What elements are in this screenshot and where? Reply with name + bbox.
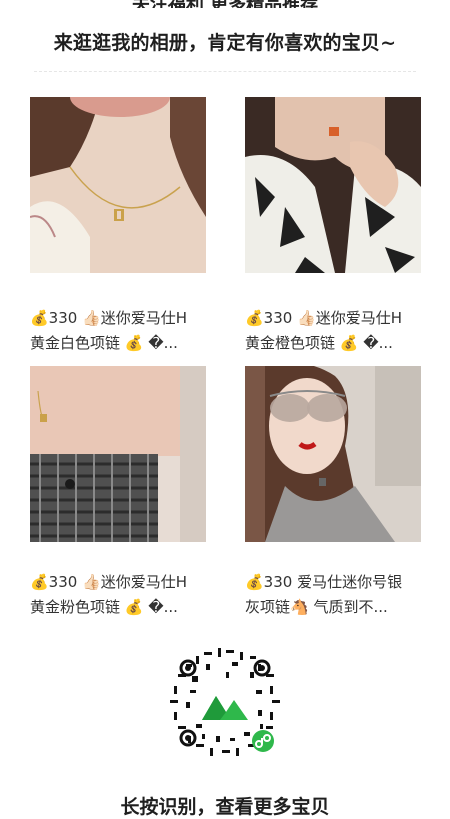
caption-line: 黄金橙色项链 💰 �... [245,334,393,352]
mini-program-code-icon [167,645,283,761]
caption-line: 黄金白色项链 💰 �... [30,334,178,352]
product-caption-4[interactable]: 💰330 爱马仕迷你号银 灰项链🐴 气质到不... [245,570,431,620]
caption-line: 黄金粉色项链 💰 �... [30,598,178,616]
caption-line: 💰330 👍🏻迷你爱马仕H [30,573,188,591]
caption-line: 💰330 👍🏻迷你爱马仕H [30,309,188,327]
page-title: 来逛逛我的相册，肯定有你喜欢的宝贝~ [53,32,397,54]
caption-line: 💰330 👍🏻迷你爱马仕H [245,309,403,327]
necklace-photo-white [30,97,206,273]
footer-hint: 长按识别，查看更多宝贝 [120,796,330,818]
product-photo-4[interactable] [245,366,421,542]
necklace-photo-pink [30,366,206,542]
necklace-photo-silver [245,366,421,542]
product-photo-2[interactable] [245,97,421,273]
product-photo-1[interactable] [30,97,206,273]
product-caption-3[interactable]: 💰330 👍🏻迷你爱马仕H 黄金粉色项链 💰 �... [30,570,216,620]
caption-line: 灰项链🐴 气质到不... [245,598,388,616]
top-cut-heading: 关注福利 更多精品推荐 [0,0,450,8]
product-caption-2[interactable]: 💰330 👍🏻迷你爱马仕H 黄金橙色项链 💰 �... [245,306,431,356]
mini-program-code[interactable] [166,644,284,762]
divider [34,71,416,72]
caption-line: 💰330 爱马仕迷你号银 [245,573,403,591]
necklace-photo-orange [245,97,421,273]
product-photo-3[interactable] [30,366,206,542]
product-caption-1[interactable]: 💰330 👍🏻迷你爱马仕H 黄金白色项链 💰 �... [30,306,216,356]
